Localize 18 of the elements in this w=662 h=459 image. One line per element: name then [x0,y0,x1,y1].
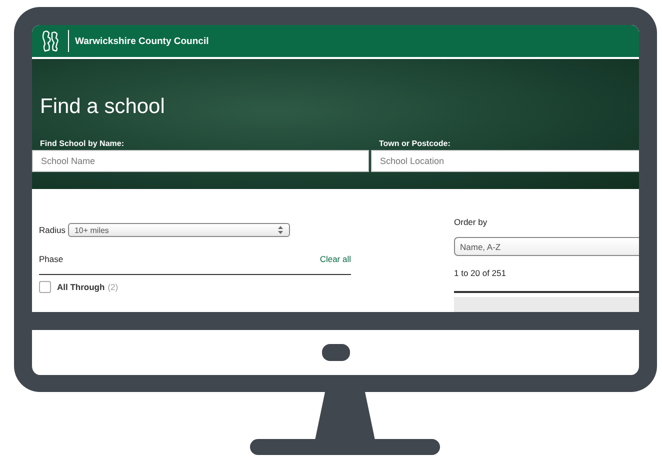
power-button-icon [322,344,350,361]
field-label: Town or Postcode: [378,139,452,148]
order-label: Order by [454,217,488,227]
field-label: Find School by Name: [39,139,126,148]
clear-all-link[interactable]: Clear all [320,254,351,264]
radius-label: Radius [39,225,66,235]
search-field[interactable]: School Name [32,150,369,172]
search-field[interactable]: School Location [371,150,639,172]
results-summary: 1 to 20 of 251 [454,268,507,278]
option-label: All Through [57,282,105,292]
option-count: (2) [108,282,118,292]
radius-select[interactable]: 10+ miles [68,223,290,237]
council-name[interactable]: Warwickshire County Council [75,36,209,46]
page-title: Find a school [40,95,166,119]
phase-heading: Phase [39,254,64,264]
order-select[interactable]: Name, A-Z [454,237,639,256]
checkbox[interactable] [39,281,51,293]
stepper-icon [278,226,284,234]
